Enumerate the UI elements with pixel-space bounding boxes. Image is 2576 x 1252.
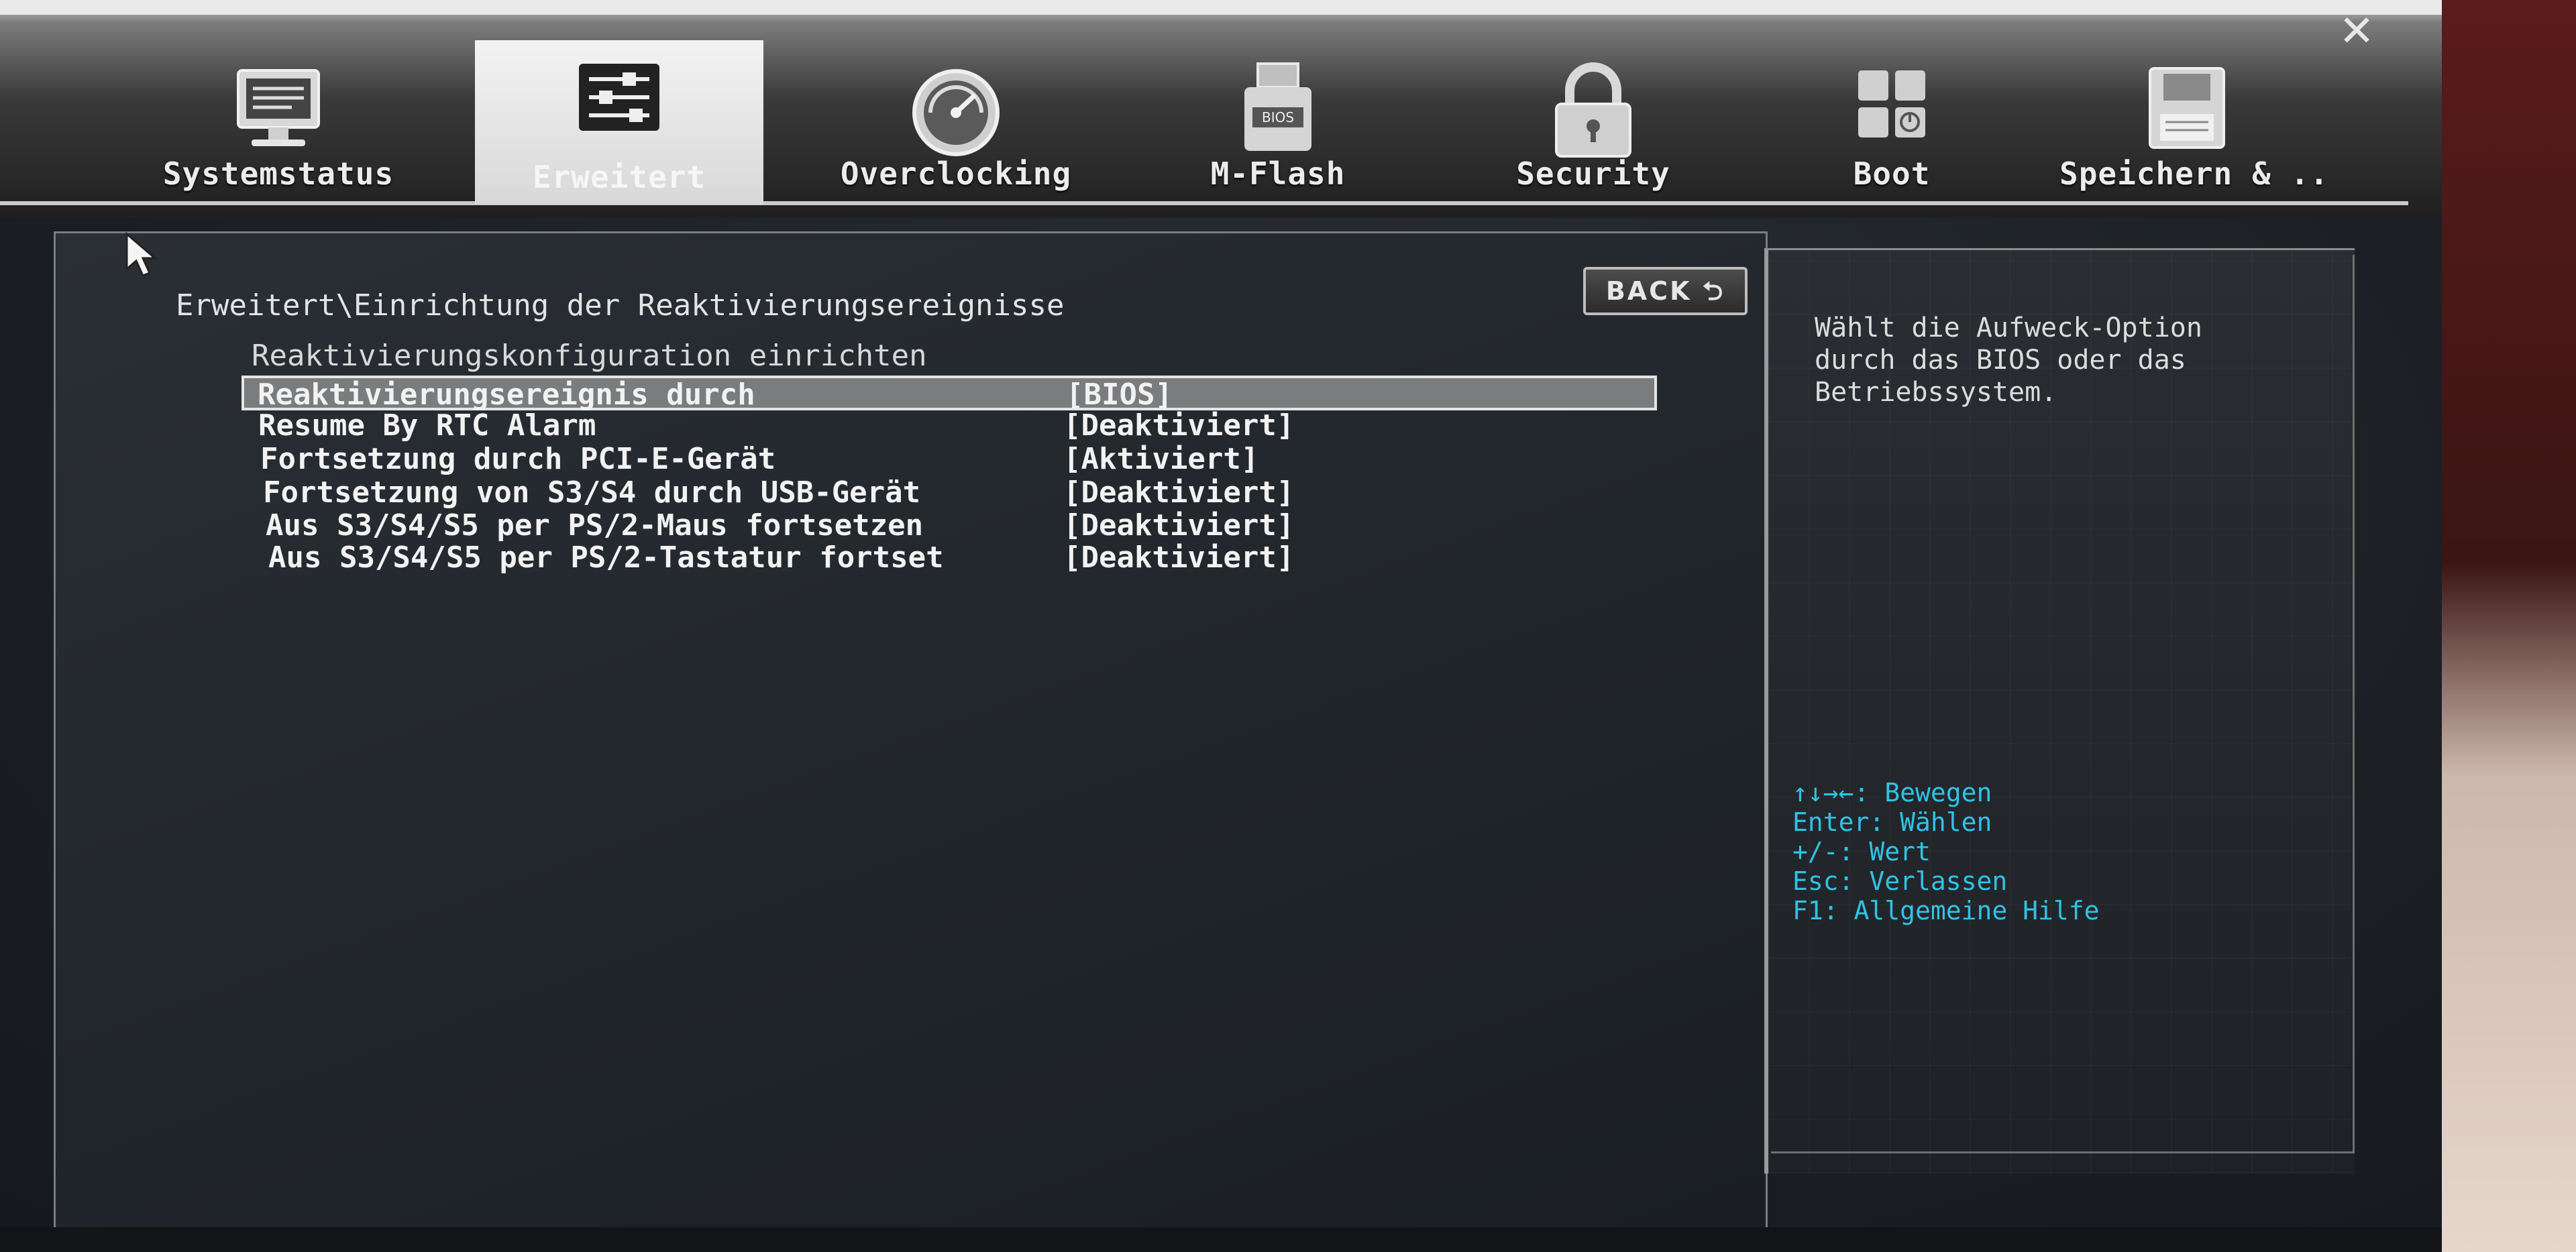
bios-screen: ✕ Systemstatus Erweitert Overclocking BI…	[0, 0, 2442, 1231]
monitor-bezel	[0, 1227, 2442, 1252]
tab-label: Overclocking	[840, 156, 1072, 192]
tab-m-flash[interactable]: BIOS M-Flash	[1167, 47, 1389, 201]
menu-divider	[0, 201, 2408, 205]
tab-label: M-Flash	[1210, 156, 1346, 192]
setting-value[interactable]: [BIOS]	[1066, 378, 1173, 412]
setting-value[interactable]: [Deaktiviert]	[1063, 541, 1294, 575]
key-hint: ↑↓→←: Bewegen	[1792, 778, 1992, 807]
help-description: Wählt die Aufweck-Option durch das BIOS …	[1815, 312, 2202, 408]
close-icon[interactable]: ✕	[2333, 8, 2380, 55]
setting-row-ps2-maus[interactable]: Aus S3/S4/S5 per PS/2-Maus fortsetzen [D…	[252, 509, 1668, 544]
tab-speichern[interactable]: Speichern & ..	[2059, 47, 2329, 201]
tab-label: Systemstatus	[162, 156, 394, 192]
section-heading: Reaktivierungskonfiguration einrichten	[252, 339, 927, 373]
back-button[interactable]: BACK ⮌	[1583, 267, 1748, 315]
usb-flash-icon: BIOS	[1244, 62, 1311, 151]
setting-value[interactable]: [Deaktiviert]	[1063, 476, 1294, 510]
boot-icon	[1858, 70, 1925, 137]
key-hint: F1: Allgemeine Hilfe	[1792, 896, 2100, 925]
setting-label: Aus S3/S4/S5 per PS/2-Maus fortsetzen	[266, 508, 924, 543]
setting-label: Fortsetzung durch PCI-E-Gerät	[260, 442, 776, 476]
setting-row-rtc-alarm[interactable]: Resume By RTC Alarm [Deaktiviert]	[245, 409, 1660, 444]
setting-value[interactable]: [Aktiviert]	[1063, 443, 1258, 476]
monitor-icon	[237, 69, 320, 146]
mouse-cursor-icon	[125, 231, 158, 277]
breadcrumb: Erweitert\Einrichtung der Reaktivierungs…	[176, 288, 1065, 323]
title-strip	[0, 0, 2442, 15]
setting-value[interactable]: [Deaktiviert]	[1063, 409, 1294, 443]
tab-label: Speichern & ..	[2059, 156, 2329, 192]
tab-boot[interactable]: Boot	[1798, 47, 1986, 201]
setting-row-ps2-tastatur[interactable]: Aus S3/S4/S5 per PS/2-Tastatur fortset […	[255, 541, 1670, 576]
tab-label: Boot	[1853, 156, 1931, 192]
background-wall	[2428, 0, 2576, 1252]
tab-label: Security	[1516, 156, 1670, 192]
setting-label: Aus S3/S4/S5 per PS/2-Tastatur fortset	[268, 540, 944, 575]
setting-label: Reaktivierungsereignis durch	[258, 378, 755, 412]
tab-systemstatus[interactable]: Systemstatus	[134, 47, 423, 201]
gauge-icon	[912, 69, 1000, 156]
tab-overclocking[interactable]: Overclocking	[812, 47, 1100, 201]
floppy-disk-icon	[2149, 67, 2225, 149]
tab-security[interactable]: Security	[1493, 47, 1694, 201]
tab-erweitert[interactable]: Erweitert	[475, 40, 763, 205]
setting-row-pci-e[interactable]: Fortsetzung durch PCI-E-Gerät [Aktiviert…	[247, 443, 1662, 477]
settings-panel-icon	[579, 64, 659, 131]
tab-label: Erweitert	[532, 159, 706, 195]
key-hint: Esc: Verlassen	[1792, 866, 2008, 896]
key-hints: ↑↓→←: Bewegen Enter: Wählen +/-: Wert Es…	[1792, 778, 2100, 925]
svg-text:BIOS: BIOS	[1262, 109, 1294, 125]
setting-label: Fortsetzung von S3/S4 durch USB-Gerät	[263, 475, 921, 510]
setting-label: Resume By RTC Alarm	[258, 408, 596, 443]
setting-row-usb[interactable]: Fortsetzung von S3/S4 durch USB-Gerät [D…	[250, 476, 1665, 511]
setting-value[interactable]: [Deaktiviert]	[1063, 509, 1294, 543]
setting-row-reaktivierungsereignis[interactable]: Reaktivierungsereignis durch [BIOS]	[241, 376, 1657, 412]
padlock-icon	[1555, 62, 1631, 158]
key-hint: Enter: Wählen	[1792, 807, 1992, 837]
key-hint: +/-: Wert	[1792, 837, 1931, 866]
